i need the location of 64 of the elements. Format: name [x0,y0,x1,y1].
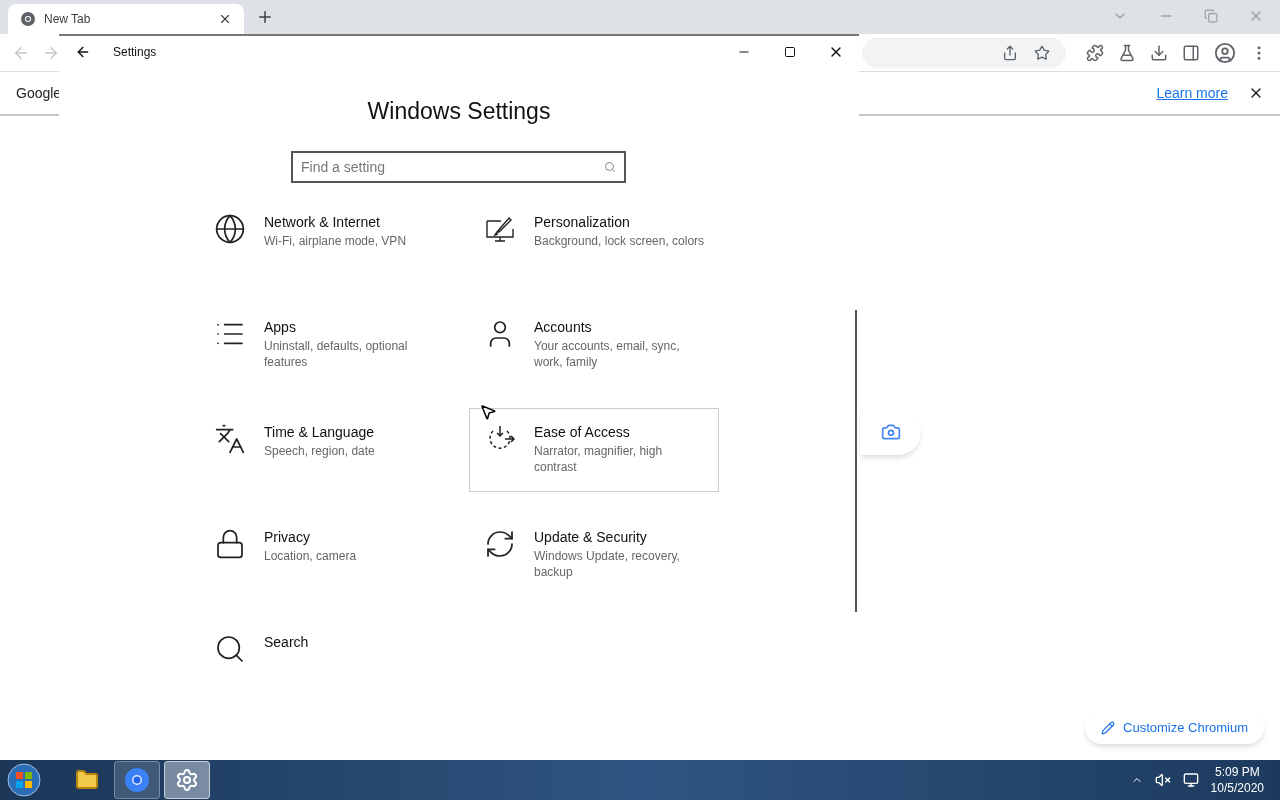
start-button[interactable] [4,761,44,799]
tab-title: New Tab [44,11,92,27]
page-heading: Windows Settings [366,97,552,126]
settings-category[interactable]: Accounts Your accounts, email, sync, work, family [469,302,719,387]
scrollbar[interactable] [855,310,857,612]
mouse-pointer-icon [479,403,497,421]
category-description: Your accounts, email, sync, work, family [534,337,681,370]
category-description: Speech, region, date [264,442,376,459]
settings-category[interactable]: Personalization Background, lock screen, colors [469,197,719,282]
category-title: Privacy [264,527,311,546]
category-title: Time & Language [264,422,375,441]
category-description: Narrator, magnifier, high contrast [534,442,664,475]
window-title: Settings [113,44,157,61]
close-tab-icon[interactable] [218,12,232,26]
category-title: Update & Security [534,527,648,546]
category-description: Wi-Fi, airplane mode, VPN [264,232,408,249]
camera-icon[interactable] [881,422,901,442]
lens-pill[interactable] [860,409,921,455]
flask-icon[interactable] [1118,43,1136,62]
learn-more-link[interactable]: Learn more [1156,83,1228,103]
info-bar-text: Google [16,84,62,103]
category-title: Apps [264,317,297,336]
category-description: Location, camera [264,547,358,564]
taskbar-app-button[interactable] [164,761,210,799]
folder-icon [75,768,99,792]
category-description: Windows Update, recovery, backup [534,547,681,580]
settings-category[interactable]: Apps Uninstall, defaults, optional features [199,302,449,387]
puzzle-icon[interactable] [1086,43,1104,62]
profile-icon[interactable] [1214,41,1236,64]
gear-icon [175,768,199,792]
muted-speaker-icon[interactable] [1154,772,1171,788]
share-icon[interactable] [1002,44,1018,61]
category-title: Accounts [534,317,593,336]
category-title: Network & Internet [264,212,381,231]
category-title: Personalization [534,212,631,231]
globe-icon [214,212,246,245]
lock-icon [214,527,246,560]
browser-logo-icon [124,767,150,793]
customize-button[interactable]: Customize Chromium [1085,712,1264,744]
settings-category[interactable]: Update & Security Windows Update, recovery, backup [469,512,719,597]
category-description: Uninstall, defaults, optional features [264,337,409,370]
settings-category[interactable]: Ease of Access Narrator, magnifier, high contrast [469,407,719,492]
back-icon[interactable] [75,44,91,60]
settings-category[interactable]: Time & Language Speech, region, date [199,407,449,492]
settings-category[interactable]: Search [199,617,449,668]
search-field[interactable]: Find a setting [291,150,626,183]
download-icon[interactable] [1150,43,1168,62]
category-title: Ease of Access [534,422,631,441]
category-title: Search [264,632,309,651]
pencil-icon [1101,721,1115,735]
clock-date: 10/5/2020 [1210,780,1264,796]
clock-time: 5:09 PM [1214,764,1260,780]
taskbar-app-button[interactable] [114,761,160,799]
browser-tab[interactable]: New Tab [8,4,244,34]
network-icon[interactable] [1182,772,1199,788]
browser-logo-icon [20,11,36,27]
search-icon[interactable] [604,160,616,173]
category-description: Background, lock screen, colors [534,232,706,249]
star-icon[interactable] [1034,44,1050,61]
side-panel-icon[interactable] [1182,43,1200,62]
language-icon [214,422,246,455]
settings-category[interactable]: Privacy Location, camera [199,512,449,597]
new-tab-icon[interactable] [256,8,274,26]
settings-category[interactable]: Network & Internet Wi-Fi, airplane mode, VPN [199,197,449,282]
